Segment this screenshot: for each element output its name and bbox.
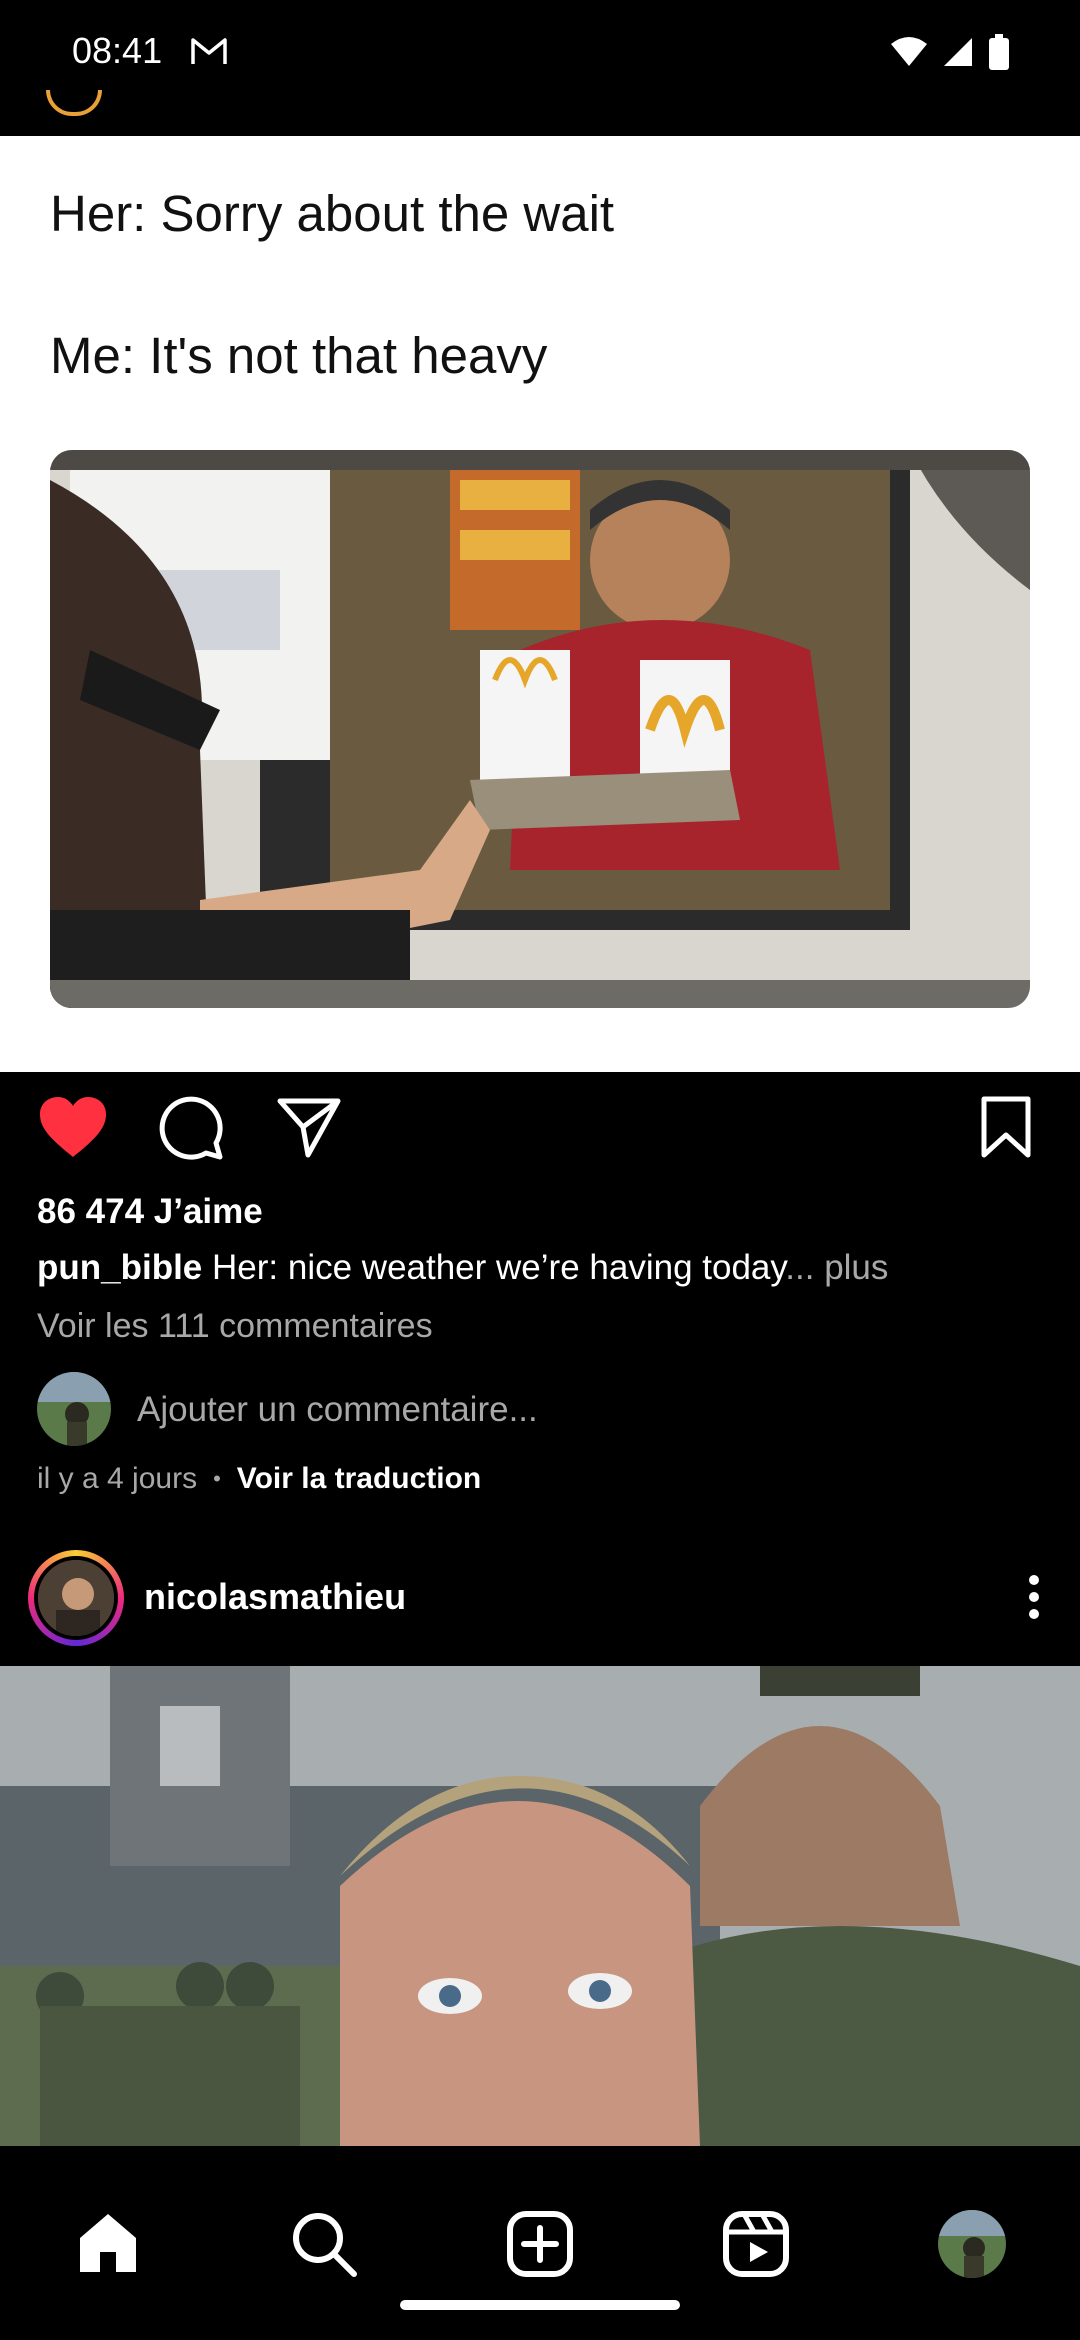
gmail-icon xyxy=(190,36,228,71)
post-time: il y a 4 jours xyxy=(37,1462,198,1495)
meme-text-line-1: Her: Sorry about the wait xyxy=(50,185,615,242)
next-post-username[interactable]: nicolasmathieu xyxy=(144,1576,406,1618)
post-media[interactable]: Her: Sorry about the wait Me: It's not t… xyxy=(0,136,1080,1072)
share-icon[interactable] xyxy=(276,1095,342,1166)
reels-icon[interactable] xyxy=(720,2208,792,2280)
bottom-navigation xyxy=(0,2146,1080,2340)
likes-count[interactable]: 86 474 J’aime xyxy=(37,1192,263,1232)
battery-icon xyxy=(988,34,1010,75)
see-translation-link[interactable]: Voir la traduction xyxy=(237,1462,481,1496)
status-time: 08:41 xyxy=(72,30,163,71)
wifi-icon xyxy=(890,36,928,73)
comment-avatar xyxy=(37,1372,111,1446)
heart-icon[interactable] xyxy=(38,1095,108,1166)
caption-username[interactable]: pun_bible xyxy=(37,1248,202,1287)
meme-photo xyxy=(50,450,1030,1008)
previous-post-header xyxy=(0,108,1080,137)
signal-icon xyxy=(942,36,974,73)
profile-avatar[interactable] xyxy=(936,2208,1008,2280)
add-comment-row[interactable]: Ajouter un commentaire... xyxy=(37,1372,1037,1446)
add-comment-input[interactable]: Ajouter un commentaire... xyxy=(137,1390,538,1430)
meme-text-line-2: Me: It's not that heavy xyxy=(50,327,548,384)
status-icons xyxy=(890,34,1010,75)
post-actions xyxy=(0,1095,1080,1175)
view-comments-link[interactable]: Voir les 111 commentaires xyxy=(37,1307,433,1346)
status-bar: 08:41 xyxy=(0,0,1080,108)
post-caption[interactable]: pun_bible Her: nice weather we’re having… xyxy=(37,1248,1047,1288)
meta-separator: • xyxy=(213,1466,221,1491)
next-post-header: nicolasmathieu xyxy=(0,1548,1080,1648)
next-post-media[interactable] xyxy=(0,1666,1080,2146)
search-icon[interactable] xyxy=(288,2208,360,2280)
post-meta: il y a 4 jours • Voir la traduction xyxy=(37,1462,481,1496)
caption-ellipsis: ... xyxy=(785,1248,815,1287)
create-icon[interactable] xyxy=(504,2208,576,2280)
caption-text: Her: nice weather we’re having today xyxy=(212,1248,786,1287)
bookmark-icon[interactable] xyxy=(978,1095,1034,1166)
home-icon[interactable] xyxy=(72,2208,144,2280)
comment-icon[interactable] xyxy=(158,1095,224,1166)
story-ring[interactable] xyxy=(28,1550,124,1646)
next-post-avatar[interactable] xyxy=(34,1556,118,1640)
home-indicator[interactable] xyxy=(400,2300,680,2310)
more-vertical-icon[interactable] xyxy=(1024,1572,1044,1627)
caption-more-link[interactable]: plus xyxy=(814,1248,888,1287)
